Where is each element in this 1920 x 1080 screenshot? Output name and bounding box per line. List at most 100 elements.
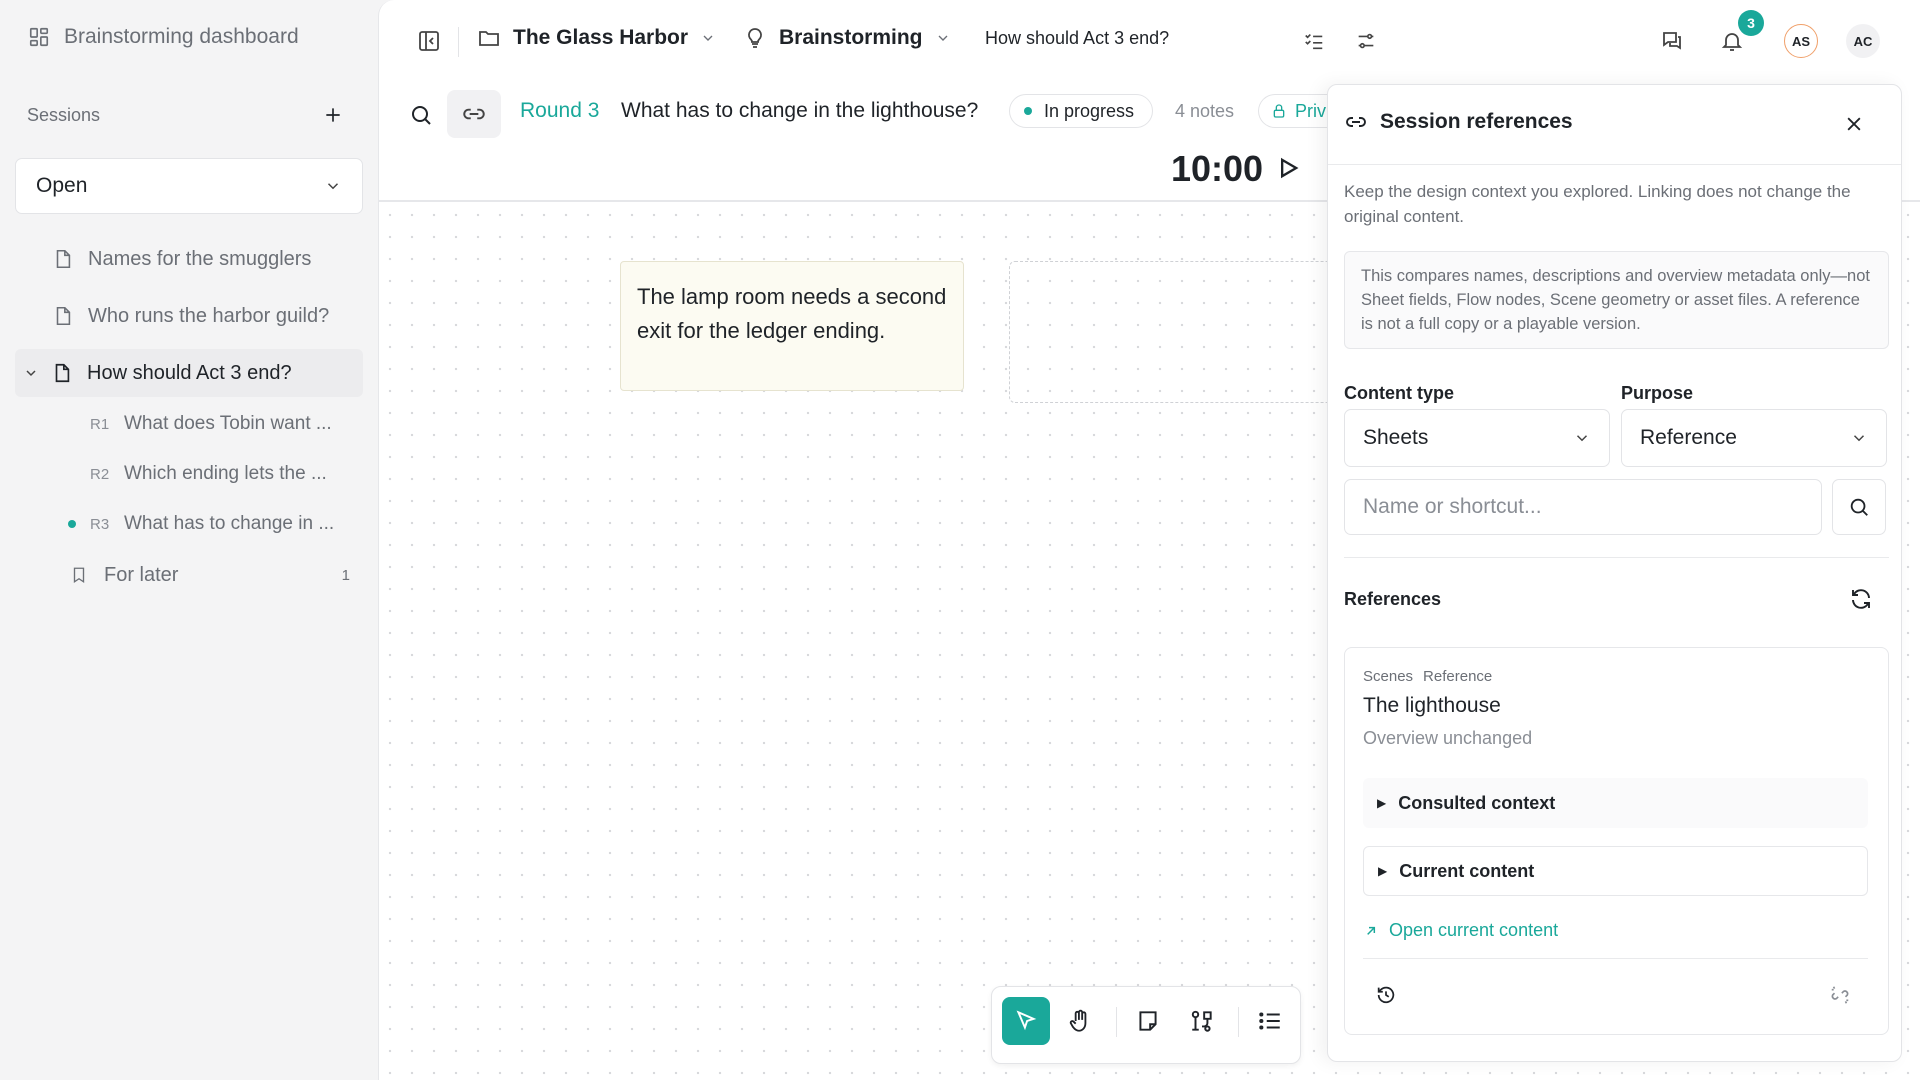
status-badge[interactable]: In progress	[1009, 94, 1154, 128]
select-tool-button[interactable]	[1002, 997, 1050, 1045]
note-tool-button[interactable]	[1124, 997, 1172, 1045]
purpose-label: Purpose	[1621, 383, 1694, 403]
shapes-connector-icon	[1191, 1010, 1212, 1032]
comments-icon	[1663, 32, 1681, 50]
connector-tool-button[interactable]	[1178, 997, 1226, 1045]
document-icon	[55, 363, 70, 383]
chevron-down-icon	[1853, 435, 1865, 442]
avatar[interactable]: AC	[1846, 24, 1880, 58]
disclosure-triangle-icon: ▶	[1377, 796, 1387, 810]
sidebar-item-session[interactable]: Who runs the harbor guild?	[52, 301, 329, 331]
reference-card: Scenes Reference The lighthouse Overview…	[1344, 647, 1889, 1035]
bookmark-icon	[73, 567, 85, 584]
round-label: Round 3	[520, 99, 600, 122]
consulted-context-toggle[interactable]: ▶ Consulted context	[1363, 778, 1868, 828]
link-icon	[463, 108, 485, 120]
round-label: What does Tobin want ...	[124, 413, 332, 434]
collapse-sidebar-button[interactable]	[414, 26, 444, 56]
reference-search-input[interactable]	[1344, 479, 1822, 535]
divider	[1344, 557, 1889, 558]
sidebar-round-item[interactable]: R2 Which ending lets the ...	[60, 459, 327, 489]
project-switcher[interactable]: The Glass Harbor	[477, 26, 716, 50]
close-drawer-button[interactable]	[1839, 109, 1869, 139]
sliders-icon	[1358, 33, 1374, 49]
reference-purpose-tag: Reference	[1423, 668, 1493, 685]
dashboard-label: Brainstorming dashboard	[64, 25, 299, 48]
drawer-title-row: Session references	[1344, 110, 1573, 134]
round-id: R3	[90, 515, 110, 533]
drawer-title: Session references	[1380, 110, 1573, 133]
sidebar-item-session[interactable]: Names for the smugglers	[52, 244, 311, 274]
sessions-label: Sessions	[27, 104, 101, 125]
chevron-down-icon	[1576, 435, 1588, 442]
chevron-down-icon	[938, 35, 947, 41]
round-label: Which ending lets the ...	[124, 463, 327, 484]
list-view-button[interactable]	[1246, 997, 1294, 1045]
round-timer: 10:00	[1171, 148, 1264, 189]
plus-icon	[326, 108, 340, 122]
content-type-select[interactable]: Sheets	[1344, 409, 1610, 467]
mode-switcher[interactable]: Brainstorming	[743, 26, 951, 50]
disclosure-triangle-icon: ▶	[1378, 864, 1388, 878]
sticky-note-icon	[1139, 1011, 1157, 1031]
dashboard-link[interactable]: Brainstorming dashboard	[28, 22, 299, 52]
sidebar-for-later[interactable]: For later 1	[70, 560, 350, 590]
sidebar-round-item-active[interactable]: R3 What has to change in ...	[60, 509, 334, 539]
for-later-label: For later	[104, 563, 179, 586]
content-type-value: Sheets	[1363, 426, 1429, 449]
settings-sliders-button[interactable]	[1351, 26, 1381, 56]
current-content-toggle[interactable]: ▶ Current content	[1363, 846, 1868, 896]
sidebar-item-session-active[interactable]: How should Act 3 end?	[15, 349, 363, 397]
add-session-button[interactable]	[319, 101, 347, 129]
privacy-text: Priv	[1295, 100, 1326, 121]
sticky-note[interactable]: The lamp room needs a second exit for th…	[620, 261, 964, 391]
folder-icon	[479, 31, 499, 46]
chevron-down-icon[interactable]	[23, 365, 39, 381]
checklist-button[interactable]	[1299, 26, 1329, 56]
drawer-header: Session references	[1328, 85, 1901, 165]
session-references-button[interactable]	[447, 90, 501, 138]
sidebar-item-label: How should Act 3 end?	[87, 361, 292, 384]
refresh-references-button[interactable]	[1849, 587, 1873, 611]
sidebar-item-label: Names for the smugglers	[88, 247, 312, 270]
purpose-value: Reference	[1640, 426, 1737, 449]
refresh-icon	[1852, 589, 1870, 609]
dashboard-grid-icon	[28, 26, 50, 48]
reference-search-button[interactable]	[1832, 479, 1886, 535]
sidebar-item-label: Who runs the harbor guild?	[88, 304, 330, 327]
document-icon	[56, 249, 71, 269]
unlink-reference-button[interactable]	[1829, 984, 1853, 1008]
round-label: What has to change in ...	[124, 513, 335, 534]
close-icon	[1847, 117, 1861, 131]
session-filter-value: Open	[36, 174, 88, 197]
project-name: The Glass Harbor	[513, 26, 689, 49]
section-label: Consulted context	[1398, 792, 1556, 813]
sidebar: Brainstorming dashboard Sessions Open Na…	[0, 0, 378, 1080]
pan-tool-button[interactable]	[1056, 997, 1104, 1045]
canvas-toolbar	[991, 986, 1301, 1064]
comments-button[interactable]	[1657, 26, 1687, 56]
references-heading: References	[1344, 589, 1442, 609]
search-icon	[412, 106, 431, 125]
content-type-label: Content type	[1344, 383, 1454, 403]
round-question: What has to change in the lighthouse?	[621, 99, 979, 122]
purpose-select[interactable]: Reference	[1621, 409, 1887, 467]
search-icon	[1850, 498, 1868, 516]
avatar[interactable]: AS	[1784, 24, 1818, 58]
history-button[interactable]	[1375, 984, 1399, 1008]
notification-count-badge: 3	[1738, 10, 1764, 36]
sidebar-round-item[interactable]: R1 What does Tobin want ...	[60, 409, 332, 439]
open-link-text: Open current content	[1389, 920, 1559, 940]
session-filter-select[interactable]: Open	[15, 158, 363, 214]
unlink-icon	[1831, 986, 1849, 1004]
status-text: In progress	[1044, 100, 1135, 121]
arrow-up-right-icon	[1367, 926, 1376, 935]
reference-type-tag: Scenes	[1363, 668, 1414, 685]
reference-name: The lighthouse	[1363, 694, 1501, 717]
divider	[1238, 1007, 1239, 1037]
timer-play-button[interactable]	[1274, 154, 1302, 182]
open-current-content-link[interactable]: Open current content	[1363, 920, 1558, 941]
for-later-count: 1	[341, 566, 350, 584]
search-button[interactable]	[404, 98, 438, 132]
section-label: Current content	[1399, 860, 1535, 881]
